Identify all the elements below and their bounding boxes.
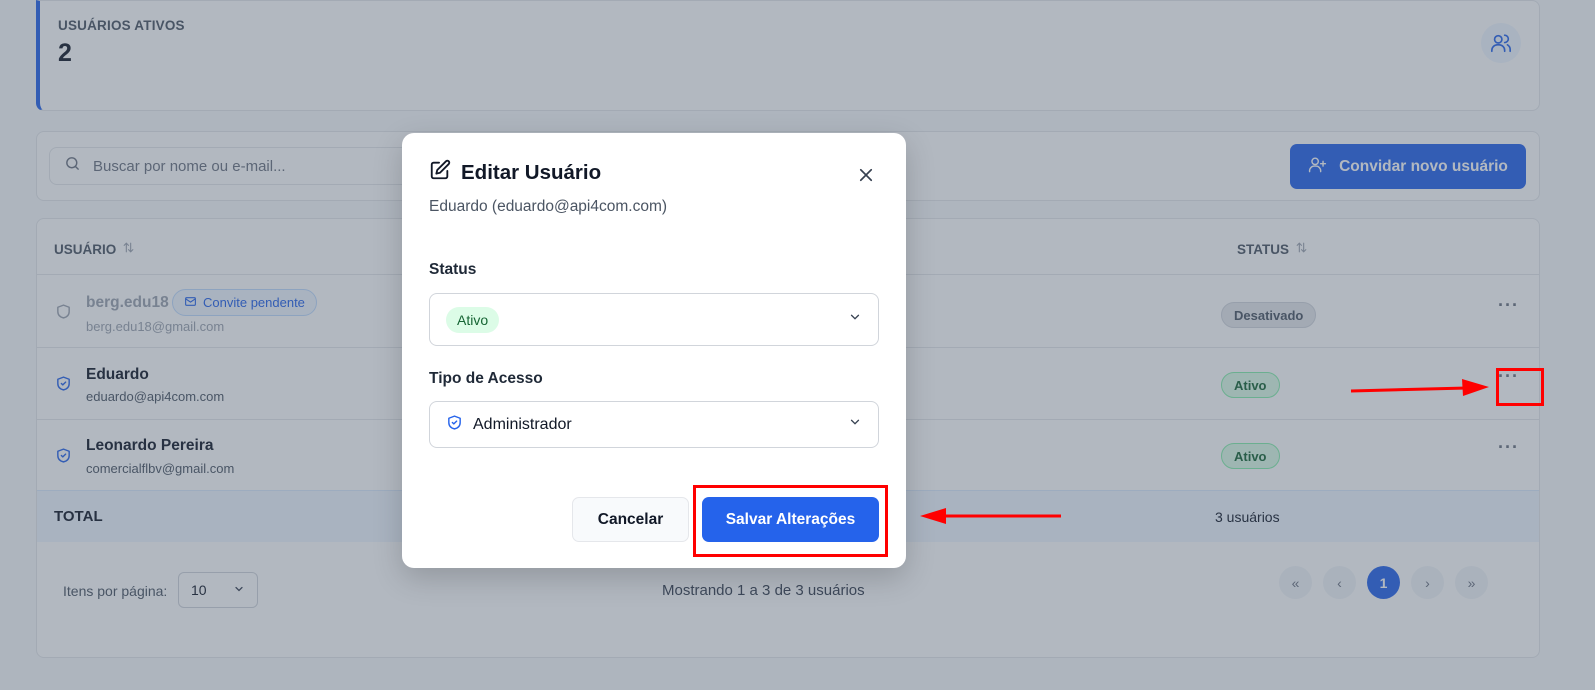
cancel-button[interactable]: Cancelar [572, 497, 689, 542]
access-type-value: Administrador [473, 415, 572, 433]
arrow-to-more-icon [1350, 379, 1489, 396]
save-button-highlight [693, 485, 888, 557]
chevron-down-icon [848, 415, 862, 434]
chevron-down-icon [848, 310, 862, 329]
status-selected-badge: Ativo [446, 306, 500, 333]
more-button-highlight [1496, 368, 1544, 406]
access-type-select[interactable]: Administrador [429, 401, 879, 448]
close-icon[interactable] [856, 165, 876, 185]
modal-title-text: Editar Usuário [461, 161, 602, 184]
modal-subtitle: Eduardo (eduardo@api4com.com) [429, 198, 668, 215]
arrow-to-save-icon [920, 508, 1061, 524]
access-type-label: Tipo de Acesso [429, 370, 543, 387]
edit-icon [429, 159, 451, 187]
modal-title: Editar Usuário [429, 159, 601, 187]
status-field-label: Status [429, 261, 477, 278]
status-select[interactable]: Ativo [429, 293, 879, 346]
shield-check-icon [446, 414, 463, 436]
